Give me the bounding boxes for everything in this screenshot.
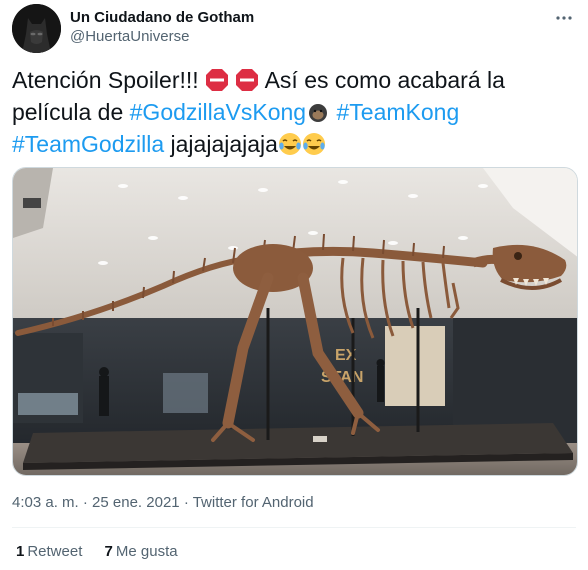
meta-separator: · — [183, 494, 189, 511]
avatar[interactable] — [12, 4, 61, 53]
tweet-stats: 1 Retweet 7 Me gusta — [16, 543, 196, 560]
hashtag-link[interactable]: #TeamGodzilla — [12, 131, 164, 157]
crying-laughing-emoji — [278, 132, 302, 156]
tweet-media-photo[interactable]: EX STAN — [12, 167, 578, 476]
tweet-meta: 4:03 a. m. · 25 ene. 2021 · Twitter for … — [12, 494, 314, 511]
tweet-text-part: Atención Spoiler!!! — [12, 67, 199, 93]
user-handle[interactable]: @HuertaUniverse — [70, 27, 254, 47]
retweets-stat[interactable]: 1 Retweet — [16, 543, 82, 560]
gorilla-emoji — [306, 100, 330, 124]
tweet-card: Un Ciudadano de Gotham @HuertaUniverse A… — [0, 0, 588, 570]
likes-stat[interactable]: 7 Me gusta — [105, 543, 178, 560]
hashtag-link[interactable]: #TeamKong — [336, 99, 459, 125]
likes-label: Me gusta — [115, 543, 178, 560]
tweet-text-part: jajajajajaja — [170, 131, 278, 157]
tweet-text: Atención Spoiler!!! Así es como acabará … — [12, 64, 572, 160]
tweet-time[interactable]: 4:03 a. m. — [12, 494, 79, 511]
retweets-count: 1 — [16, 543, 25, 560]
likes-count: 7 — [104, 543, 113, 560]
more-options-icon[interactable] — [554, 8, 574, 28]
stop-sign-emoji — [205, 68, 229, 92]
meta-separator: · — [82, 494, 88, 511]
retweets-label: Retweet — [27, 543, 83, 560]
crying-laughing-emoji — [302, 132, 326, 156]
tweet-date[interactable]: 25 ene. 2021 — [92, 494, 180, 511]
stop-sign-emoji — [235, 68, 259, 92]
display-name[interactable]: Un Ciudadano de Gotham — [70, 8, 254, 27]
tweet-source[interactable]: Twitter for Android — [193, 494, 314, 511]
author-names: Un Ciudadano de Gotham @HuertaUniverse — [70, 8, 254, 47]
hashtag-link[interactable]: #GodzillaVsKong — [130, 99, 306, 125]
divider — [12, 527, 576, 528]
batman-avatar-icon — [12, 4, 61, 53]
t-rex-skeleton-photo: EX STAN — [13, 168, 577, 475]
